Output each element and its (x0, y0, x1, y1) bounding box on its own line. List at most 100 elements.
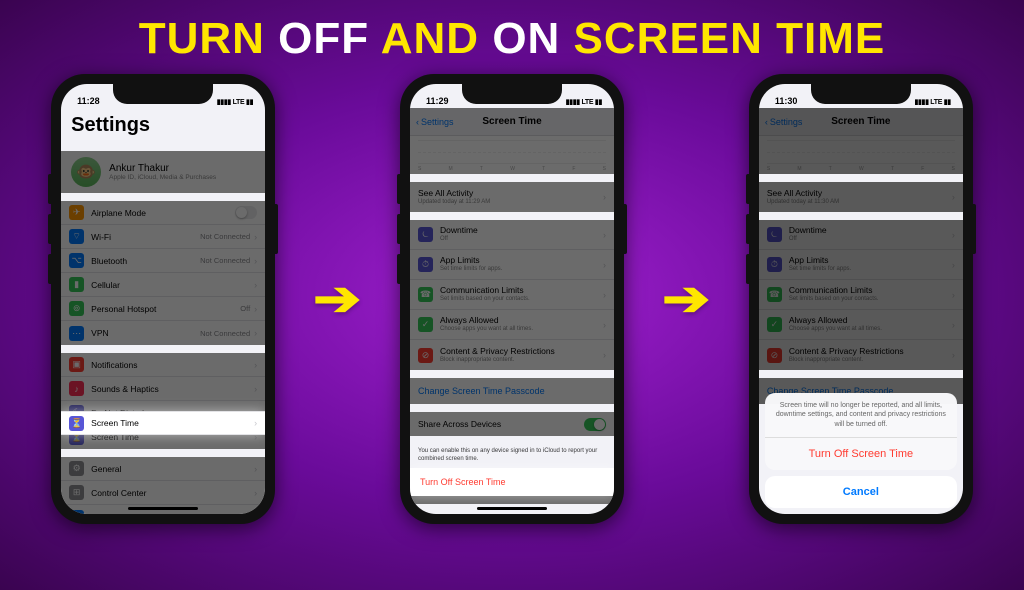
comm-limits-icon: ☎ (418, 287, 433, 302)
chevron-icon: › (603, 230, 606, 240)
chevron-icon: › (603, 192, 606, 202)
row-downtime[interactable]: ⏾DowntimeOff› (759, 220, 963, 250)
row-comm-limits[interactable]: ☎Communication LimitsSet limits based on… (759, 280, 963, 310)
row-hotspot[interactable]: ⊚ Personal Hotspot Off› (61, 297, 265, 321)
change-passcode-button[interactable]: Change Screen Time Passcode (410, 378, 614, 404)
phone-2: 11:29 ▮▮▮▮ LTE ▮▮ ‹Settings Screen Time … (400, 74, 624, 524)
status-indicators: ▮▮▮▮ LTE ▮▮ (566, 98, 602, 106)
general-icon: ⚙ (69, 461, 84, 476)
notch (462, 82, 562, 104)
avatar: 🐵 (71, 157, 101, 187)
display-icon: A (69, 510, 84, 515)
chevron-icon: › (254, 280, 257, 290)
vpn-icon: ⋯ (69, 326, 84, 341)
chevron-icon: › (254, 464, 257, 474)
row-always-allowed[interactable]: ✓ Always AllowedChoose apps you want at … (410, 310, 614, 340)
usage-chart: SMTWTFS (759, 136, 963, 174)
chevron-left-icon: ‹ (765, 117, 768, 127)
back-button[interactable]: ‹Settings (416, 117, 454, 127)
share-footer: You can enable this on any device signed… (410, 444, 614, 468)
row-app-limits[interactable]: ⏱App LimitsSet time limits for apps.› (759, 250, 963, 280)
notch (113, 82, 213, 104)
profile-name: Ankur Thakur (109, 163, 216, 174)
content-privacy-icon: ⊘ (418, 348, 433, 363)
row-comm-limits[interactable]: ☎ Communication LimitsSet limits based o… (410, 280, 614, 310)
phone-1: 11:28 ▮▮▮▮ LTE ▮▮ Settings 🐵 Ankur Thaku… (51, 74, 275, 524)
row-wifi[interactable]: ⌔ Wi-Fi Not Connected› (61, 225, 265, 249)
nav-bar: ‹Settings Screen Time (759, 108, 963, 136)
hotspot-icon: ⊚ (69, 301, 84, 316)
row-see-all-activity[interactable]: See All ActivityUpdated today at 11:30 A… (759, 182, 963, 212)
screentime-icon: ⏳ (69, 416, 84, 431)
turn-off-screen-time-button[interactable]: Turn Off Screen Time (410, 468, 614, 496)
arrow-icon: ➔ (662, 271, 710, 327)
sounds-icon: ♪ (69, 381, 84, 396)
home-indicator (477, 507, 547, 510)
app-limits-icon: ⏱ (767, 257, 782, 272)
notch (811, 82, 911, 104)
row-always-allowed[interactable]: ✓Always AllowedChoose apps you want at a… (759, 310, 963, 340)
status-time: 11:28 (77, 96, 100, 106)
phone-3: 11:30 ▮▮▮▮ LTE ▮▮ ‹Settings Screen Time … (749, 74, 973, 524)
wifi-icon: ⌔ (69, 229, 84, 244)
share-toggle[interactable] (584, 418, 606, 431)
profile-sub: Apple ID, iCloud, Media & Purchases (109, 174, 216, 181)
nav-bar: ‹Settings Screen Time (410, 108, 614, 136)
chevron-icon: › (254, 232, 257, 242)
status-indicators: ▮▮▮▮ LTE ▮▮ (914, 98, 950, 106)
row-content-privacy[interactable]: ⊘Content & Privacy RestrictionsBlock ina… (759, 340, 963, 370)
content-privacy-icon: ⊘ (767, 348, 782, 363)
status-indicators: ▮▮▮▮ LTE ▮▮ (217, 98, 253, 106)
row-content-privacy[interactable]: ⊘ Content & Privacy RestrictionsBlock in… (410, 340, 614, 370)
sheet-message: Screen time will no longer be reported, … (765, 393, 957, 438)
airplane-icon: ✈ (69, 205, 84, 220)
row-screentime-highlight[interactable]: ⏳ Screen Time › (61, 411, 265, 435)
apple-id-row[interactable]: 🐵 Ankur Thakur Apple ID, iCloud, Media &… (61, 151, 265, 193)
chevron-icon: › (254, 488, 257, 498)
comm-limits-icon: ☎ (767, 287, 782, 302)
row-downtime[interactable]: ⏾ DowntimeOff › (410, 220, 614, 250)
row-vpn[interactable]: ⋯ VPN Not Connected› (61, 321, 265, 345)
airplane-toggle[interactable] (235, 206, 257, 219)
row-sounds[interactable]: ♪ Sounds & Haptics› (61, 377, 265, 401)
usage-chart: SMTWTFS (410, 136, 614, 174)
back-button[interactable]: ‹Settings (765, 117, 803, 127)
chevron-icon: › (603, 320, 606, 330)
row-airplane[interactable]: ✈ Airplane Mode (61, 201, 265, 225)
row-app-limits[interactable]: ⏱ App LimitsSet time limits for apps. › (410, 250, 614, 280)
row-control-center[interactable]: ⊞ Control Center› (61, 481, 265, 505)
notifications-icon: ▣ (69, 357, 84, 372)
chevron-icon: › (603, 350, 606, 360)
nav-title: Screen Time (831, 116, 890, 127)
nav-title: Screen Time (482, 116, 541, 127)
control-center-icon: ⊞ (69, 485, 84, 500)
bluetooth-icon: ⌥ (69, 253, 84, 268)
chevron-icon: › (254, 418, 257, 428)
chevron-icon: › (254, 304, 257, 314)
downtime-icon: ⏾ (767, 227, 782, 242)
chevron-icon: › (254, 384, 257, 394)
sheet-confirm-button[interactable]: Turn Off Screen Time (765, 438, 957, 470)
chevron-icon: › (254, 512, 257, 514)
cellular-icon: ▮ (69, 277, 84, 292)
status-time: 11:29 (426, 96, 449, 106)
chevron-icon: › (603, 260, 606, 270)
chevron-left-icon: ‹ (416, 117, 419, 127)
arrow-icon: ➔ (313, 271, 361, 327)
chevron-icon: › (254, 256, 257, 266)
downtime-icon: ⏾ (418, 227, 433, 242)
always-allowed-icon: ✓ (767, 317, 782, 332)
row-notifications[interactable]: ▣ Notifications› (61, 353, 265, 377)
sheet-cancel-button[interactable]: Cancel (765, 476, 957, 508)
row-cellular[interactable]: ▮ Cellular › (61, 273, 265, 297)
row-see-all-activity[interactable]: See All ActivityUpdated today at 11:29 A… (410, 182, 614, 212)
row-share-devices[interactable]: Share Across Devices (410, 412, 614, 436)
always-allowed-icon: ✓ (418, 317, 433, 332)
row-general[interactable]: ⚙ General› (61, 457, 265, 481)
chevron-icon: › (254, 328, 257, 338)
action-sheet: Screen time will no longer be reported, … (765, 393, 957, 508)
row-bluetooth[interactable]: ⌥ Bluetooth Not Connected› (61, 249, 265, 273)
chevron-icon: › (603, 290, 606, 300)
page-title: Settings (61, 108, 265, 145)
headline: TURN OFF AND ON SCREEN TIME (0, 14, 1024, 64)
